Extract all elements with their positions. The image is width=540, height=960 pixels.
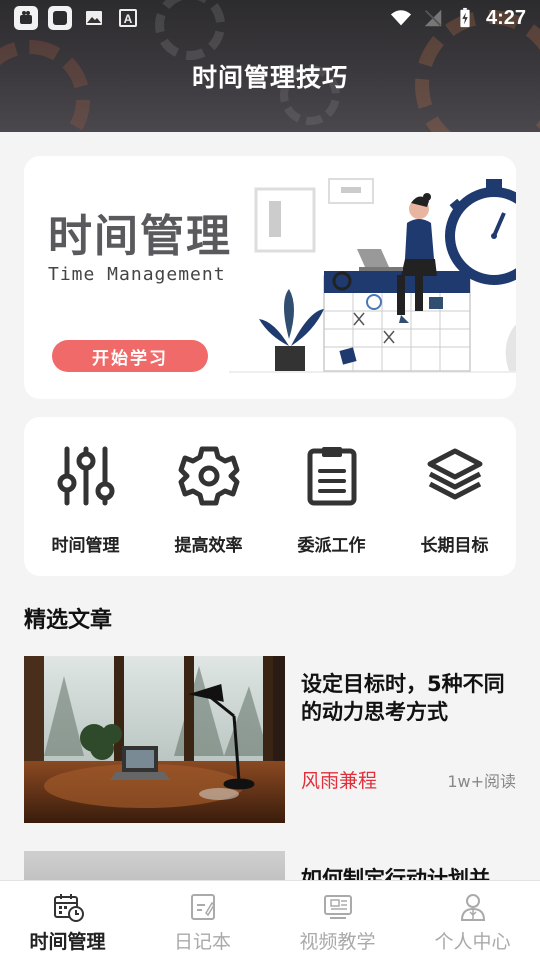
menu-item-label: 长期目标 [420, 536, 489, 556]
nav-tab-profile[interactable]: 个人中心 [405, 881, 540, 960]
notebook-icon [190, 894, 215, 920]
status-time: 4:27 [485, 6, 526, 29]
nav-tab-diary[interactable]: 日记本 [135, 881, 270, 960]
status-bar: A 4:27 [0, 0, 540, 36]
banner-subtitle: Time Management [48, 264, 226, 285]
clipboard-icon [307, 447, 356, 506]
page-title: 时间管理技巧 [191, 63, 348, 92]
person-icon [460, 894, 485, 921]
section-title: 精选文章 [24, 608, 113, 633]
wifi-icon [390, 10, 412, 26]
battery-icon [460, 7, 470, 28]
layers-icon [427, 448, 482, 500]
gear-icon [178, 446, 239, 506]
nav-tab-video[interactable]: 视频教学 [270, 881, 405, 960]
sliders-icon [57, 446, 114, 506]
nav-tab-label: 日记本 [173, 931, 231, 953]
menu-item-label: 提高效率 [174, 536, 243, 556]
font-icon: A [116, 6, 140, 30]
article-read-count: 1w+阅读 [447, 772, 516, 791]
nav-tab-label: 视频教学 [299, 931, 376, 953]
svg-text:A: A [124, 12, 133, 26]
menu-item-label: 委派工作 [297, 536, 366, 556]
start-learning-button[interactable]: 开始学习 [52, 340, 208, 372]
quick-menu: 时间管理 提高效率 委派工作 长期目标 [24, 417, 516, 576]
nav-tab-time-management[interactable]: 时间管理 [0, 881, 135, 960]
nav-tab-label: 时间管理 [29, 931, 106, 953]
article-title: 设定目标时，5种不同的动力思考方式 [301, 672, 505, 724]
article-card[interactable]: 设定目标时，5种不同的动力思考方式 风雨兼程 1w+阅读 [24, 656, 516, 823]
menu-item-efficiency[interactable]: 提高效率 [147, 417, 270, 576]
time-management-illustration [229, 178, 516, 373]
article-author[interactable]: 风雨兼程 [301, 766, 377, 793]
calendar-clock-icon [53, 894, 84, 922]
bottom-navigation: 时间管理 日记本 视频教学 个人中心 [0, 880, 540, 960]
notification-app-icon [14, 6, 38, 30]
menu-item-label: 时间管理 [51, 536, 120, 556]
nav-tab-label: 个人中心 [434, 931, 511, 953]
notification-square-icon [48, 6, 72, 30]
image-icon [82, 6, 106, 30]
menu-item-long-term-goals[interactable]: 长期目标 [393, 417, 516, 576]
app-header: A 4:27 时间管理技巧 [0, 0, 540, 132]
signal-icon [424, 9, 442, 27]
monitor-icon [323, 895, 352, 919]
menu-item-delegate[interactable]: 委派工作 [270, 417, 393, 576]
menu-item-time-management[interactable]: 时间管理 [24, 417, 147, 576]
article-thumbnail [24, 656, 285, 823]
banner-title: 时间管理 [48, 211, 232, 262]
promo-banner[interactable]: 时间管理 Time Management 开始学习 [24, 156, 516, 399]
